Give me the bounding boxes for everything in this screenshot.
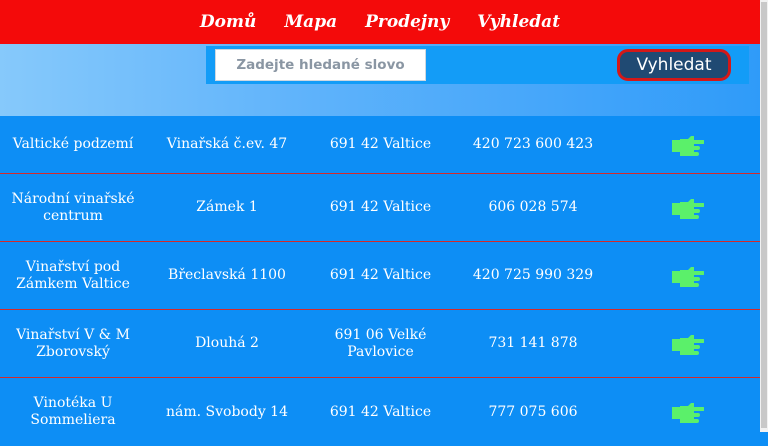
pointing-hand-icon[interactable] (670, 333, 704, 355)
shop-phone: 606 028 574 (488, 199, 578, 215)
shop-name: Národní vinařské centrum (11, 190, 135, 224)
shop-name: Vinařství V & M Zborovský (16, 326, 130, 360)
search-button[interactable]: Vyhledat (617, 49, 731, 81)
vertical-scrollbar[interactable] (760, 0, 768, 432)
shop-name: Vinotéka U Sommeliera (30, 395, 116, 428)
shop-city: 691 42 Valtice (329, 136, 432, 152)
shop-phone: 420 725 990 329 (472, 267, 594, 283)
shop-address: Zámek 1 (196, 199, 258, 215)
table-row: Vinotéka U Sommeliera nám. Svobody 14 69… (0, 378, 760, 446)
shop-city: 691 42 Valtice (329, 267, 432, 283)
shop-phone: 777 075 606 (488, 403, 578, 420)
pointing-hand-icon[interactable] (670, 197, 704, 219)
table-row: Vinařství pod Zámkem Valtice Břeclavská … (0, 242, 760, 310)
table-row: Národní vinařské centrum Zámek 1 691 42 … (0, 174, 760, 242)
shop-name: Vinařství pod Zámkem Valtice (16, 258, 130, 292)
table-row: Valtické podzemí Vinařská č.ev. 47 691 4… (0, 116, 760, 174)
shop-address: nám. Svobody 14 (166, 403, 288, 420)
shop-address: Vinařská č.ev. 47 (166, 136, 288, 152)
pointing-hand-icon[interactable] (670, 265, 704, 287)
nav-link-home[interactable]: Domů (200, 12, 256, 32)
shop-phone: 731 141 878 (488, 335, 578, 351)
table-row: Vinařství V & M Zborovský Dlouhá 2 691 0… (0, 310, 760, 378)
scrollbar-thumb[interactable] (761, 2, 767, 428)
pointing-hand-icon[interactable] (670, 401, 704, 423)
nav-link-shops[interactable]: Prodejny (365, 12, 449, 32)
pointing-hand-icon[interactable] (670, 134, 704, 156)
shop-city: 691 42 Valtice (329, 403, 432, 420)
search-input[interactable] (215, 49, 426, 81)
shop-phone: 420 723 600 423 (472, 136, 594, 152)
top-navigation: Domů Mapa Prodejny Vyhledat (0, 0, 760, 44)
shop-address: Dlouhá 2 (195, 335, 259, 351)
shop-table: Valtické podzemí Vinařská č.ev. 47 691 4… (0, 116, 760, 446)
shop-city: 691 42 Valtice (329, 199, 432, 215)
nav-link-search[interactable]: Vyhledat (477, 12, 560, 32)
nav-link-map[interactable]: Mapa (284, 12, 337, 32)
shop-address: Břeclavská 1100 (168, 267, 286, 283)
shop-name: Valtické podzemí (12, 136, 134, 152)
shop-city: 691 06 Velké Pavlovice (334, 326, 427, 360)
